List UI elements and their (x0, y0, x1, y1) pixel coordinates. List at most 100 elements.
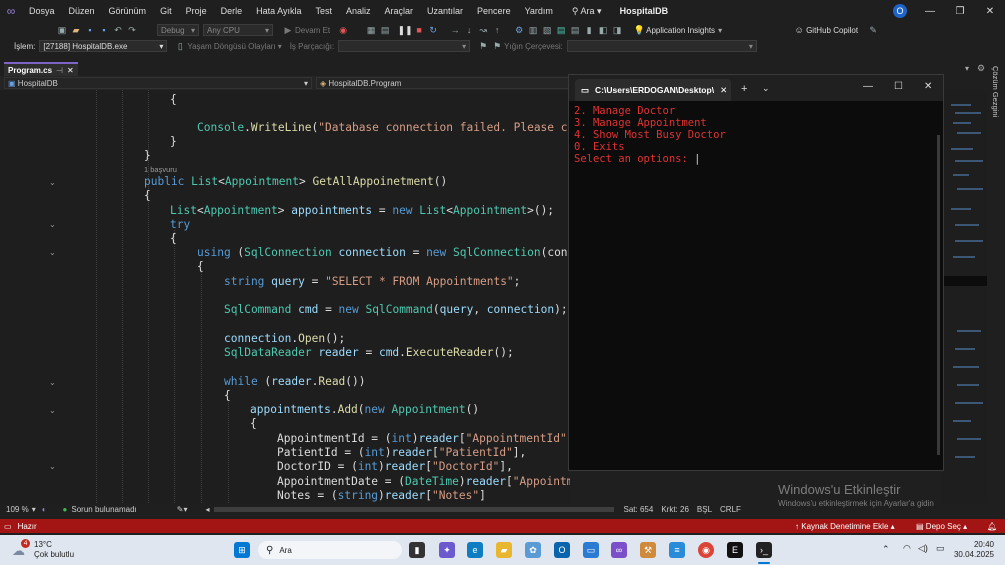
menu-git[interactable]: Git (153, 6, 179, 16)
hot-reload-icon[interactable]: ◉ (336, 23, 350, 37)
ai-icon[interactable]: ◐ (42, 505, 47, 514)
feedback-icon[interactable]: ✎ (866, 23, 880, 37)
source-control-button[interactable]: ↑ Kaynak Denetimine Ekle ▴ (795, 522, 895, 531)
terminal-tab-close-icon[interactable]: ✕ (720, 85, 727, 96)
fold-toggle-icon[interactable]: ⌄ (49, 378, 56, 387)
terminal-window[interactable]: ▭ C:\Users\ERDOGAN\Desktop\ ✕ + ⌄ — ☐ ✕ … (568, 74, 944, 471)
continue-button[interactable]: Devam Et (295, 26, 330, 35)
step-over-icon[interactable]: ↝ (476, 23, 490, 37)
flag-icon[interactable]: ⚑ (476, 39, 490, 53)
visual-studio-app-icon[interactable]: ∞ (611, 542, 627, 558)
code-editor[interactable]: ⌄ ⌄ ⌄ ⌄ ⌄ ⌄ { Console.WriteLine("Databas… (0, 90, 570, 503)
menu-test[interactable]: Test (308, 6, 339, 16)
maximize-button[interactable]: ❐ (945, 0, 975, 22)
step-into-icon[interactable]: ↓ (462, 23, 476, 37)
show-hidden-icons[interactable]: ⌃ (882, 544, 890, 555)
terminal-app-icon[interactable]: ›_ (756, 542, 772, 558)
save-all-icon[interactable]: ▪ (97, 23, 111, 37)
menu-help[interactable]: Yardım (518, 6, 560, 16)
save-icon[interactable]: ▪ (83, 23, 97, 37)
solution-explorer-side-tab[interactable]: Çözüm Gezgini (988, 62, 1005, 502)
clock[interactable]: 20:40 30.04.2025 (952, 540, 994, 560)
pin-icon[interactable]: ⊣ (56, 66, 63, 75)
breakpoints-icon[interactable]: ▥ (526, 23, 540, 37)
fold-toggle-icon[interactable]: ⌄ (49, 220, 56, 229)
copilot-icon[interactable]: ☺ (792, 23, 806, 37)
chrome-browser-icon[interactable]: ◉ (698, 542, 714, 558)
diagnostics-icon[interactable]: ⚙ (512, 23, 526, 37)
close-button[interactable]: ✕ (975, 0, 1005, 22)
menu-analyze[interactable]: Analiz (339, 6, 378, 16)
tab-list-dropdown-icon[interactable]: ▾ (965, 64, 969, 73)
application-insights-button[interactable]: Application Insights (646, 26, 715, 35)
stack-frame-select[interactable]: ▾ (566, 40, 757, 52)
line-ending-indicator[interactable]: CRLF (720, 505, 741, 514)
thread-select[interactable]: ▾ (338, 40, 471, 52)
copilot-app-icon[interactable]: ✦ (439, 542, 455, 558)
restart-icon[interactable]: ↻ (426, 23, 440, 37)
outlook-icon[interactable]: O (554, 542, 570, 558)
bookmark-prev-icon[interactable]: ◧ (596, 23, 610, 37)
remote-desktop-icon[interactable]: ▭ (583, 542, 599, 558)
battery-icon[interactable]: ▭ (936, 543, 945, 554)
issues-indicator[interactable]: Sorun bulunamadı (71, 505, 136, 514)
terminal-prompt[interactable]: Select an options: | (574, 153, 700, 165)
profile-avatar[interactable]: O (893, 4, 907, 18)
process-select[interactable]: [27188] HospitalDB.exe ▾ (39, 40, 168, 52)
layout-icon[interactable]: ▤ (378, 23, 392, 37)
tab-program-cs[interactable]: Program.cs ⊣ ✕ (4, 62, 78, 76)
settings-gear-icon[interactable]: ⚙ (977, 63, 985, 74)
configuration-select[interactable]: Debug ▾ (157, 24, 199, 36)
new-tab-icon[interactable]: + (741, 83, 747, 95)
windows-icon[interactable]: ▧ (540, 23, 554, 37)
minimize-button[interactable]: — (915, 0, 945, 22)
menu-file[interactable]: Dosya (22, 6, 62, 16)
menu-edit[interactable]: Düzen (62, 6, 102, 16)
visual-studio-logo-icon[interactable]: ∞ (0, 0, 22, 22)
terminal-tab[interactable]: ▭ C:\Users\ERDOGAN\Desktop\ ✕ (575, 79, 731, 101)
show-next-statement-icon[interactable]: → (448, 23, 462, 37)
insights-icon[interactable]: 💡 (632, 23, 646, 37)
tab-dropdown-icon[interactable]: ⌄ (762, 83, 770, 94)
weather-text[interactable]: 13°C Çok bulutlu (34, 540, 74, 560)
bookmark-next-icon[interactable]: ◨ (610, 23, 624, 37)
start-button[interactable]: ⊞ (234, 542, 250, 558)
continue-icon[interactable]: ▶ (281, 23, 295, 37)
whitespace-indicator[interactable]: BŞL (697, 505, 712, 514)
step-out-icon[interactable]: ↑ (490, 23, 504, 37)
pause-icon[interactable]: ❚❚ (398, 23, 413, 37)
class-dropdown[interactable]: ◈ HospitalDB.Program (316, 77, 570, 89)
fold-toggle-icon[interactable]: ⌄ (49, 462, 56, 471)
fold-toggle-icon[interactable]: ⌄ (49, 248, 56, 257)
file-explorer-icon[interactable]: ▰ (496, 542, 512, 558)
photos-app-icon[interactable]: ✿ (525, 542, 541, 558)
new-item-icon[interactable]: ▣ (55, 23, 69, 37)
project-dropdown[interactable]: ▣ HospitalDB ▾ (4, 77, 312, 89)
weather-widget[interactable]: ☁ 4 (12, 539, 30, 559)
menu-debug[interactable]: Hata Ayıkla (249, 6, 308, 16)
repo-select-button[interactable]: ▤ Depo Seç ▴ (916, 522, 967, 531)
terminal-maximize-button[interactable]: ☐ (894, 81, 903, 92)
horizontal-scrollbar[interactable] (213, 507, 614, 512)
epic-games-icon[interactable]: E (727, 542, 743, 558)
volume-icon[interactable]: ◁) (918, 543, 928, 554)
uncomment-icon[interactable]: ▤ (568, 23, 582, 37)
stop-icon[interactable]: ■ (412, 23, 426, 37)
minimap[interactable] (943, 90, 987, 503)
taskbar-search[interactable]: ⚲ Ara (258, 541, 402, 559)
notifications-bell-icon[interactable]: 🔔︎ (987, 522, 997, 531)
edge-browser-icon[interactable]: e (467, 542, 483, 558)
menu-build[interactable]: Derle (214, 6, 250, 16)
undo-icon[interactable]: ↶ (111, 23, 125, 37)
lifecycle-events-button[interactable]: Yaşam Döngüsü Olayları (187, 42, 275, 51)
browser-link-icon[interactable]: ▦ (364, 23, 378, 37)
thread-filter-icon[interactable]: ⚑ (490, 39, 504, 53)
scroll-left-icon[interactable]: ◂ (206, 505, 210, 514)
notes-app-icon[interactable]: ≡ (669, 542, 685, 558)
codelens-references[interactable]: 1 başvuru (144, 165, 177, 174)
comment-icon[interactable]: ▤ (554, 23, 568, 37)
brush-icon[interactable]: ✎▾ (177, 505, 188, 514)
zoom-level[interactable]: 109 % (6, 505, 29, 514)
open-folder-icon[interactable]: ▰ (69, 23, 83, 37)
redo-icon[interactable]: ↷ (125, 23, 139, 37)
